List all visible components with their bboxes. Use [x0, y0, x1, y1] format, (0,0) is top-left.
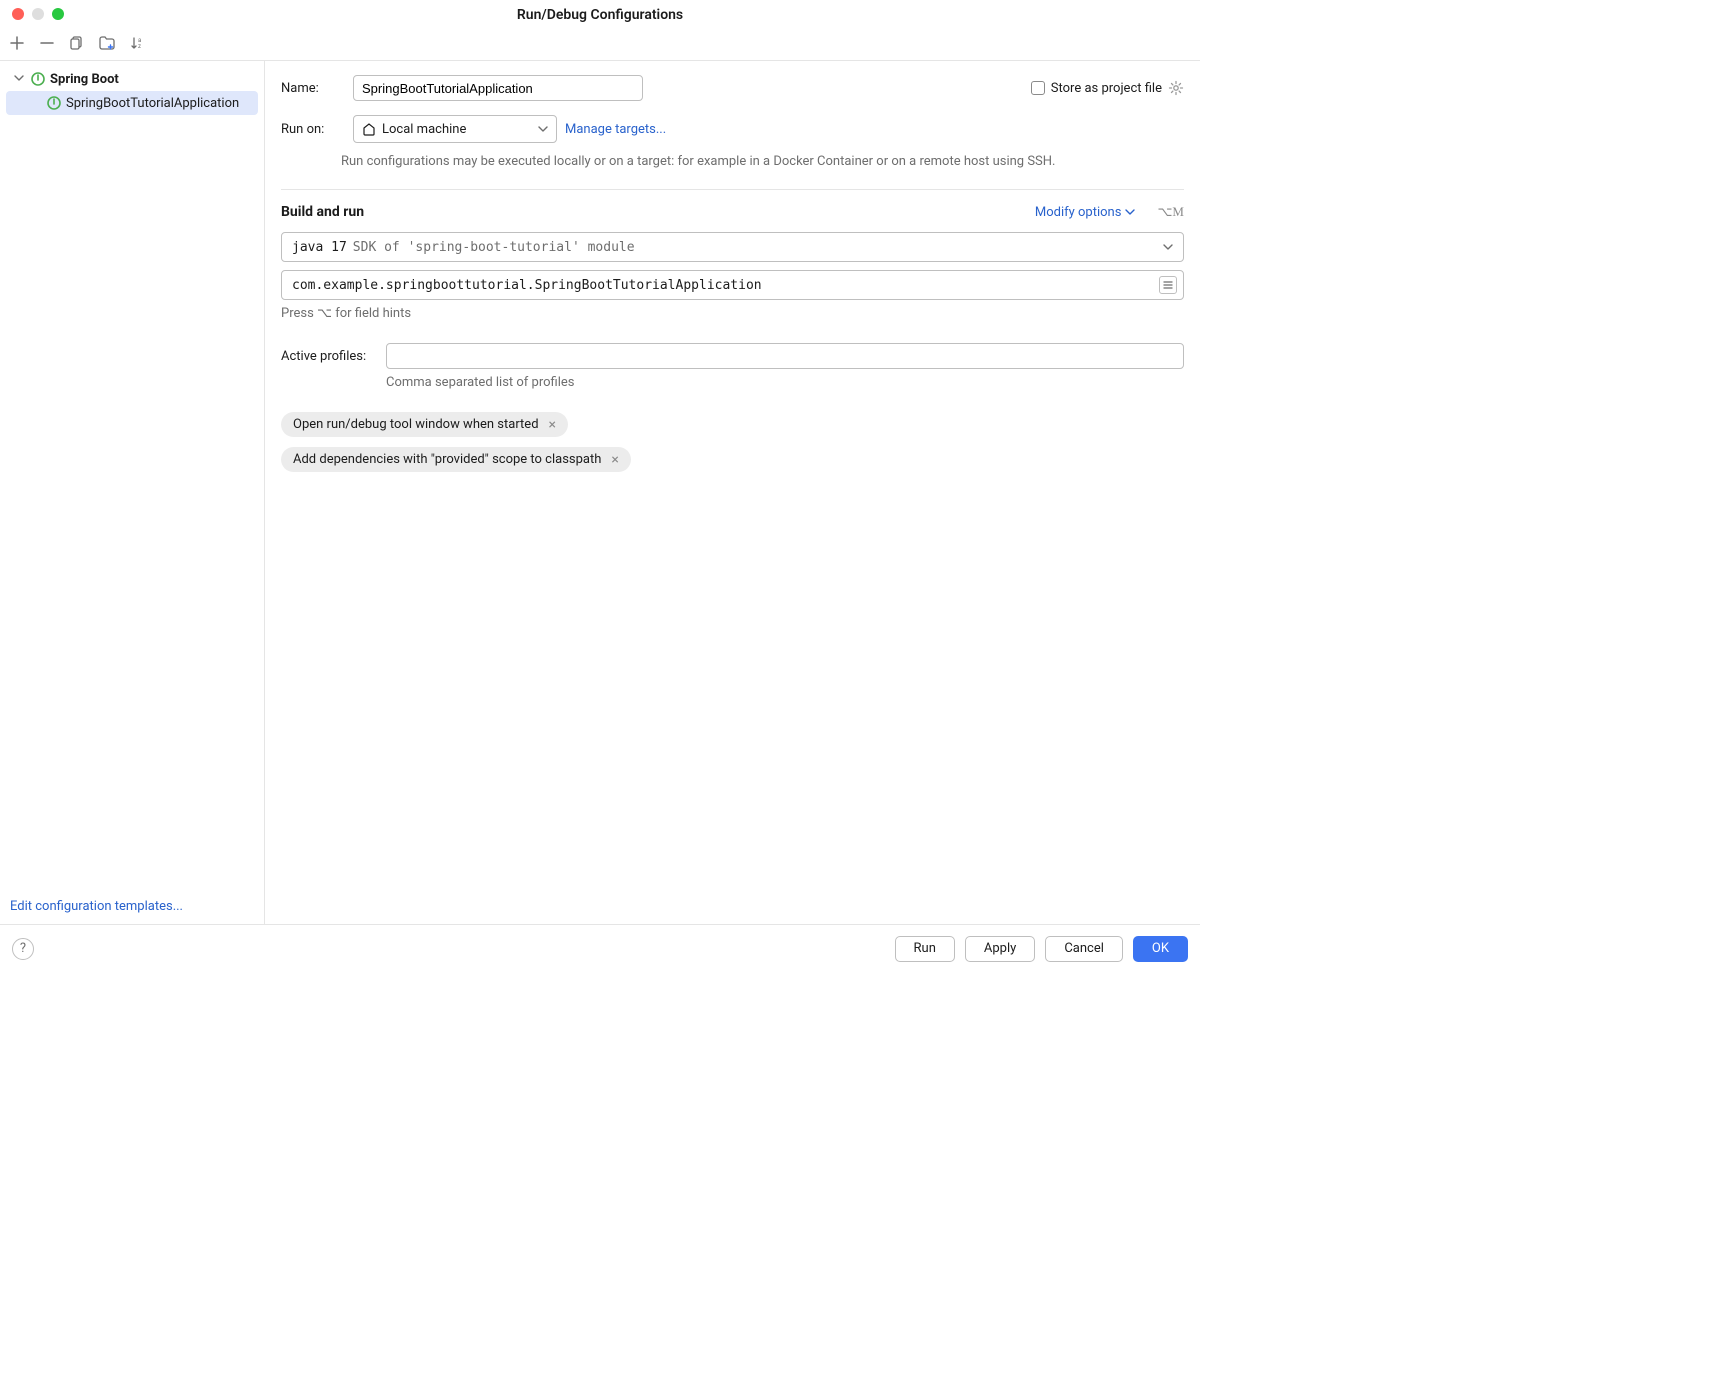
remove-config-button[interactable]: [38, 34, 56, 52]
apply-button[interactable]: Apply: [965, 936, 1035, 962]
help-button[interactable]: ?: [12, 938, 34, 960]
runon-value: Local machine: [382, 122, 466, 137]
config-group-springboot[interactable]: Spring Boot: [0, 67, 264, 91]
store-as-project-checkbox[interactable]: [1031, 81, 1045, 95]
name-input[interactable]: [353, 75, 643, 101]
build-section-title: Build and run: [281, 204, 364, 220]
chevron-down-icon: [14, 73, 26, 85]
remove-chip-icon[interactable]: ×: [611, 453, 618, 467]
manage-targets-link[interactable]: Manage targets...: [565, 122, 666, 137]
sdk-desc-label: SDK of 'spring-boot-tutorial' module: [353, 240, 635, 255]
config-group-label: Spring Boot: [50, 72, 119, 87]
modify-shortcut: ⌥M: [1157, 204, 1184, 220]
config-form: Name: Store as project file Run on: Loca: [265, 61, 1200, 924]
add-config-button[interactable]: [8, 34, 26, 52]
main-class-value: com.example.springboottutorial.SpringBoo…: [292, 278, 762, 293]
save-folder-button[interactable]: [98, 34, 116, 52]
main-class-field[interactable]: com.example.springboottutorial.SpringBoo…: [281, 270, 1184, 300]
chip-label: Open run/debug tool window when started: [293, 417, 539, 432]
gear-icon[interactable]: [1168, 80, 1184, 96]
config-sidebar: Spring Boot SpringBootTutorialApplicatio…: [0, 61, 265, 924]
profiles-input[interactable]: [386, 343, 1184, 369]
remove-chip-icon[interactable]: ×: [549, 418, 556, 432]
runon-hint: Run configurations may be executed local…: [341, 153, 1184, 171]
dialog-footer: ? Run Apply Cancel OK: [0, 924, 1200, 972]
expand-field-icon[interactable]: [1159, 276, 1177, 294]
profiles-label: Active profiles:: [281, 349, 376, 364]
config-item-app[interactable]: SpringBootTutorialApplication: [6, 91, 258, 115]
chip-label: Add dependencies with "provided" scope t…: [293, 452, 601, 467]
option-chip-tool-window: Open run/debug tool window when started …: [281, 412, 568, 437]
config-item-label: SpringBootTutorialApplication: [66, 96, 239, 111]
runon-label: Run on:: [281, 122, 345, 137]
window-zoom-button[interactable]: [52, 8, 64, 20]
profiles-hint: Comma separated list of profiles: [386, 375, 1184, 390]
springboot-icon: [46, 95, 62, 111]
edit-templates-link[interactable]: Edit configuration templates...: [0, 891, 264, 924]
window-title: Run/Debug Configurations: [517, 7, 683, 23]
sdk-java-label: java 17: [292, 240, 347, 255]
ok-button[interactable]: OK: [1133, 936, 1188, 962]
option-chip-provided-scope: Add dependencies with "provided" scope t…: [281, 447, 631, 472]
chevron-down-icon: [1163, 242, 1173, 252]
run-button[interactable]: Run: [895, 936, 955, 962]
store-as-project-label: Store as project file: [1051, 81, 1162, 96]
sort-button[interactable]: az: [128, 34, 146, 52]
springboot-icon: [30, 71, 46, 87]
chevron-down-icon: [538, 124, 548, 134]
window-minimize-button[interactable]: [32, 8, 44, 20]
runon-dropdown[interactable]: Local machine: [353, 115, 557, 143]
copy-config-button[interactable]: [68, 34, 86, 52]
window-close-button[interactable]: [12, 8, 24, 20]
titlebar: Run/Debug Configurations: [0, 0, 1200, 30]
svg-text:z: z: [138, 43, 141, 50]
sidebar-toolbar: az: [8, 34, 146, 52]
sdk-dropdown[interactable]: java 17 SDK of 'spring-boot-tutorial' mo…: [281, 232, 1184, 262]
name-label: Name:: [281, 81, 345, 96]
cancel-button[interactable]: Cancel: [1045, 936, 1123, 962]
modify-options-link[interactable]: Modify options: [1035, 205, 1136, 220]
home-icon: [362, 122, 376, 136]
field-hints: Press ⌥ for field hints: [281, 306, 1184, 321]
